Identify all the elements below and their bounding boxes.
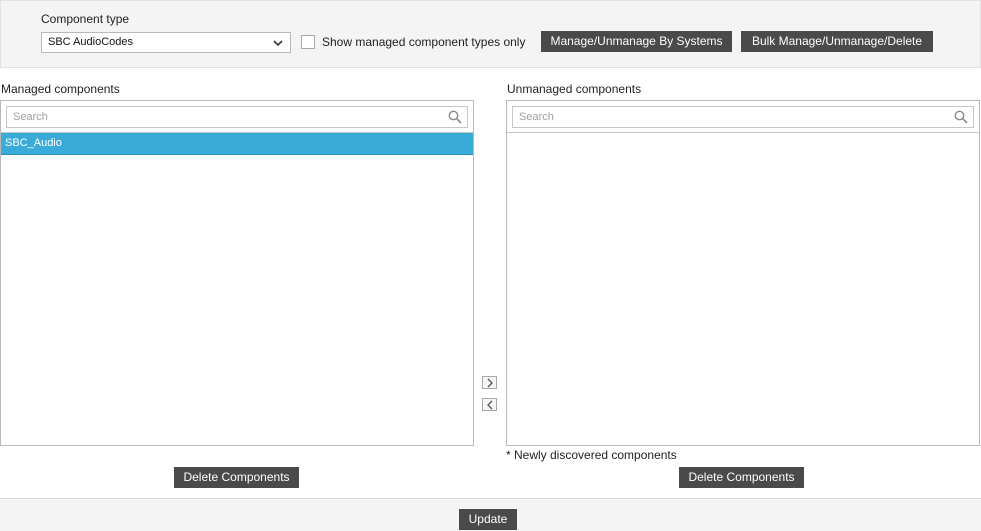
search-icon[interactable] (448, 110, 462, 124)
component-type-selected-value: SBC AudioCodes (48, 36, 133, 48)
manage-by-systems-label: Manage/Unmanage By Systems (550, 34, 723, 48)
managed-components-list[interactable]: SBC_Audio (0, 100, 474, 446)
managed-components-title: Managed components (1, 82, 120, 96)
unmanaged-search-input[interactable] (513, 107, 973, 127)
delete-unmanaged-label: Delete Components (688, 470, 795, 484)
chevron-left-icon (487, 400, 493, 410)
search-icon[interactable] (954, 110, 968, 124)
update-label: Update (468, 512, 508, 526)
delete-unmanaged-components-button[interactable]: Delete Components (679, 467, 804, 488)
unmanaged-components-title: Unmanaged components (507, 82, 642, 96)
component-type-select[interactable]: SBC AudioCodes (41, 32, 291, 53)
list-item[interactable]: SBC_Audio (1, 133, 473, 155)
component-type-label: Component type (41, 12, 130, 26)
unmanaged-list-divider (507, 132, 979, 133)
unmanaged-components-list[interactable] (506, 100, 980, 446)
managed-search-box[interactable] (6, 106, 468, 128)
bulk-manage-label: Bulk Manage/Unmanage/Delete (751, 34, 923, 48)
show-managed-only-checkbox[interactable] (301, 35, 315, 49)
bulk-manage-button[interactable]: Bulk Manage/Unmanage/Delete (741, 31, 933, 52)
unmanaged-search-box[interactable] (512, 106, 974, 128)
newly-discovered-note: * Newly discovered components (506, 448, 677, 462)
list-item-label: SBC_Audio (5, 137, 62, 149)
move-to-managed-button[interactable] (482, 398, 497, 411)
manage-by-systems-button[interactable]: Manage/Unmanage By Systems (541, 31, 732, 52)
managed-search-input[interactable] (7, 107, 467, 127)
chevron-right-icon (487, 378, 493, 388)
move-to-unmanaged-button[interactable] (482, 376, 497, 389)
delete-managed-label: Delete Components (183, 470, 290, 484)
delete-managed-components-button[interactable]: Delete Components (174, 467, 299, 488)
chevron-down-icon (273, 40, 283, 47)
show-managed-only-label[interactable]: Show managed component types only (322, 35, 525, 49)
update-button[interactable]: Update (459, 509, 517, 530)
